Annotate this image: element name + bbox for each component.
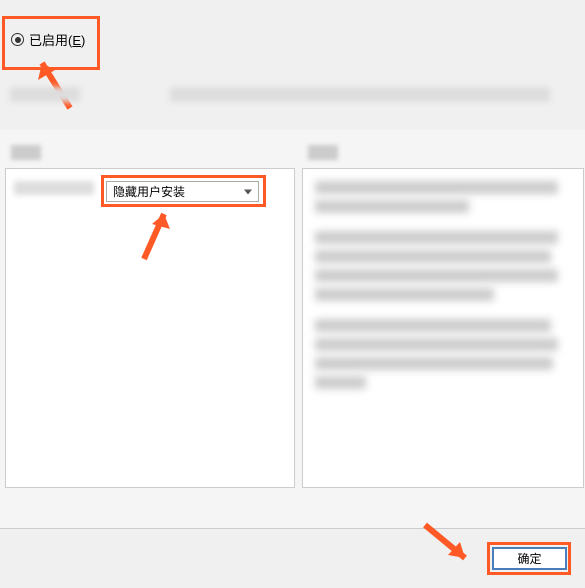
dropdown-selected-text: 隐藏用户安装 xyxy=(113,183,185,200)
enabled-radio[interactable]: 已启用(E) xyxy=(11,30,85,49)
ok-button[interactable]: 确定 xyxy=(492,547,567,570)
option-label-blurred xyxy=(14,181,94,195)
top-config-section: 已启用(E) xyxy=(0,0,585,130)
help-paragraph-3 xyxy=(315,319,571,389)
enabled-radio-label: 已启用(E) xyxy=(29,30,85,49)
help-header xyxy=(308,145,338,160)
platform-support-row xyxy=(10,87,585,105)
annotation-arrow-3 xyxy=(420,520,475,568)
options-panel: 隐藏用户安装 xyxy=(5,168,295,488)
ok-button-label: 确定 xyxy=(517,550,541,567)
help-description-panel xyxy=(302,168,584,488)
radio-dot-icon xyxy=(15,37,21,43)
help-paragraph-1 xyxy=(315,181,571,213)
chevron-down-icon xyxy=(244,189,252,194)
dialog-footer: 确定 xyxy=(0,528,585,588)
options-header xyxy=(11,145,41,160)
radio-circle-icon xyxy=(11,33,24,46)
annotation-arrow-2 xyxy=(134,209,184,267)
help-paragraph-2 xyxy=(315,231,571,301)
install-context-dropdown[interactable]: 隐藏用户安装 xyxy=(106,181,259,202)
